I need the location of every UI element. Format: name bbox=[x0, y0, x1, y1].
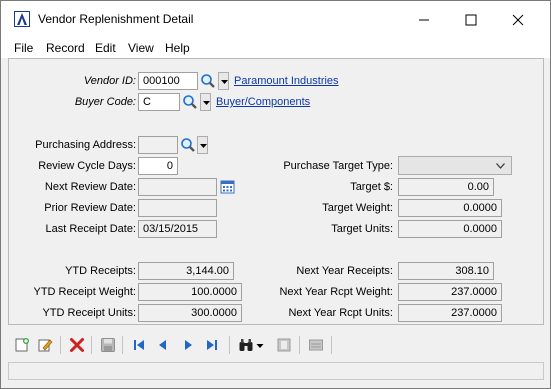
ytd-receipts-label: YTD Receipts: bbox=[65, 265, 136, 277]
menu-record[interactable]: Record bbox=[46, 41, 85, 55]
prior-review-date-label: Prior Review Date: bbox=[44, 202, 136, 214]
next-year-rcpt-units-label: Next Year Rcpt Units: bbox=[288, 307, 393, 319]
calendar-button[interactable] bbox=[219, 178, 237, 196]
chevron-down-icon bbox=[496, 163, 505, 169]
purchasing-address-input[interactable] bbox=[138, 136, 178, 154]
save-button[interactable] bbox=[97, 335, 119, 355]
purchase-target-type-label: Purchase Target Type: bbox=[283, 160, 393, 172]
vendor-name-link[interactable]: Paramount Industries bbox=[234, 75, 339, 87]
vendor-id-label: Vendor ID: bbox=[83, 75, 136, 87]
last-receipt-date-label: Last Receipt Date: bbox=[45, 223, 137, 235]
review-cycle-days-input[interactable]: 0 bbox=[138, 157, 178, 175]
edit-record-icon bbox=[38, 339, 53, 352]
purchasing-address-label: Purchasing Address: bbox=[35, 139, 136, 151]
delete-button[interactable] bbox=[66, 335, 88, 355]
buyer-dropdown-button[interactable] bbox=[200, 93, 211, 111]
ytd-receipt-units-label: YTD Receipt Units: bbox=[42, 307, 136, 319]
vendor-replenishment-window: Vendor Replenishment Detail File Record … bbox=[0, 0, 551, 389]
target-amount-label: Target $: bbox=[350, 181, 393, 193]
magnifier-icon bbox=[183, 95, 197, 109]
buyer-name-link[interactable]: Buyer/Components bbox=[216, 96, 310, 108]
prior-review-date-input bbox=[138, 199, 217, 217]
menu-view[interactable]: View bbox=[128, 41, 154, 55]
close-button[interactable] bbox=[495, 1, 541, 37]
toolbar-separator bbox=[299, 336, 300, 354]
next-review-date-input[interactable] bbox=[138, 178, 217, 196]
toolbar-separator bbox=[122, 336, 123, 354]
save-icon bbox=[101, 338, 115, 352]
record-toolbar bbox=[8, 331, 544, 359]
target-units-label: Target Units: bbox=[331, 223, 393, 235]
previous-record-button[interactable] bbox=[152, 335, 174, 355]
status-bar bbox=[8, 362, 544, 380]
ytd-receipt-weight-label: YTD Receipt Weight: bbox=[33, 286, 136, 298]
toolbar-separator bbox=[91, 336, 92, 354]
buyer-code-label: Buyer Code: bbox=[74, 96, 136, 108]
address-lookup-button[interactable] bbox=[179, 136, 197, 154]
next-year-rcpt-units-value: 237.0000 bbox=[398, 304, 502, 322]
magnifier-icon bbox=[181, 138, 195, 152]
last-receipt-date-input: 03/15/2015 bbox=[138, 220, 217, 238]
buyer-code-input[interactable]: C bbox=[138, 93, 180, 111]
delete-icon bbox=[70, 338, 84, 352]
notes-button[interactable] bbox=[273, 335, 295, 355]
menu-file[interactable]: File bbox=[14, 41, 33, 55]
find-options-dropdown[interactable] bbox=[255, 335, 267, 355]
toolbar-separator bbox=[331, 336, 332, 354]
toolbar-separator bbox=[229, 336, 230, 354]
first-record-icon bbox=[134, 340, 144, 350]
app-logo-icon bbox=[14, 11, 30, 27]
window-title: Vendor Replenishment Detail bbox=[38, 12, 194, 26]
next-record-icon bbox=[185, 340, 192, 350]
menu-help[interactable]: Help bbox=[165, 41, 190, 55]
ytd-receipt-weight-value: 100.0000 bbox=[138, 283, 242, 301]
toolbar-separator bbox=[60, 336, 61, 354]
chevron-down-icon bbox=[203, 101, 210, 105]
ytd-receipts-value: 3,144.00 bbox=[138, 262, 234, 280]
buyer-lookup-button[interactable] bbox=[181, 93, 199, 111]
vendor-dropdown-button[interactable] bbox=[218, 72, 229, 90]
vendor-lookup-button[interactable] bbox=[199, 72, 217, 90]
find-binoculars-icon bbox=[239, 339, 253, 351]
new-record-button[interactable] bbox=[11, 335, 33, 355]
detail-form: Vendor ID: 000100 Paramount Industries B… bbox=[8, 58, 544, 325]
minimize-button[interactable] bbox=[401, 1, 447, 37]
first-record-button[interactable] bbox=[128, 335, 150, 355]
chevron-down-icon bbox=[221, 80, 228, 84]
ytd-receipt-units-value: 300.0000 bbox=[138, 304, 242, 322]
new-record-icon bbox=[15, 338, 29, 352]
menu-bar: File Record Edit View Help bbox=[1, 37, 550, 58]
chevron-down-icon bbox=[200, 144, 207, 148]
target-units-input[interactable]: 0.0000 bbox=[398, 220, 502, 238]
maximize-button[interactable] bbox=[448, 1, 494, 37]
target-weight-label: Target Weight: bbox=[322, 202, 393, 214]
target-weight-input[interactable]: 0.0000 bbox=[398, 199, 502, 217]
next-year-rcpt-weight-value: 237.0000 bbox=[398, 283, 502, 301]
notes-icon bbox=[277, 338, 291, 352]
list-button[interactable] bbox=[305, 335, 327, 355]
review-cycle-days-label: Review Cycle Days: bbox=[38, 160, 136, 172]
list-icon bbox=[309, 339, 323, 351]
magnifier-icon bbox=[201, 74, 215, 88]
edit-record-button[interactable] bbox=[34, 335, 56, 355]
address-dropdown-button[interactable] bbox=[197, 136, 208, 154]
next-year-rcpt-weight-label: Next Year Rcpt Weight: bbox=[279, 286, 393, 298]
calendar-icon bbox=[220, 180, 235, 194]
previous-record-icon bbox=[159, 340, 166, 350]
next-year-receipts-value: 308.10 bbox=[398, 262, 494, 280]
purchase-target-type-select[interactable] bbox=[398, 156, 512, 175]
find-button[interactable] bbox=[235, 335, 257, 355]
next-record-button[interactable] bbox=[177, 335, 199, 355]
last-record-button[interactable] bbox=[201, 335, 223, 355]
title-bar: Vendor Replenishment Detail bbox=[1, 1, 550, 37]
target-amount-input[interactable]: 0.00 bbox=[398, 178, 494, 196]
next-year-receipts-label: Next Year Receipts: bbox=[296, 265, 393, 277]
menu-edit[interactable]: Edit bbox=[95, 41, 116, 55]
vendor-id-input[interactable]: 000100 bbox=[138, 72, 198, 90]
last-record-icon bbox=[207, 340, 217, 350]
find-dropdown-icon bbox=[256, 344, 264, 348]
next-review-date-label: Next Review Date: bbox=[44, 181, 136, 193]
